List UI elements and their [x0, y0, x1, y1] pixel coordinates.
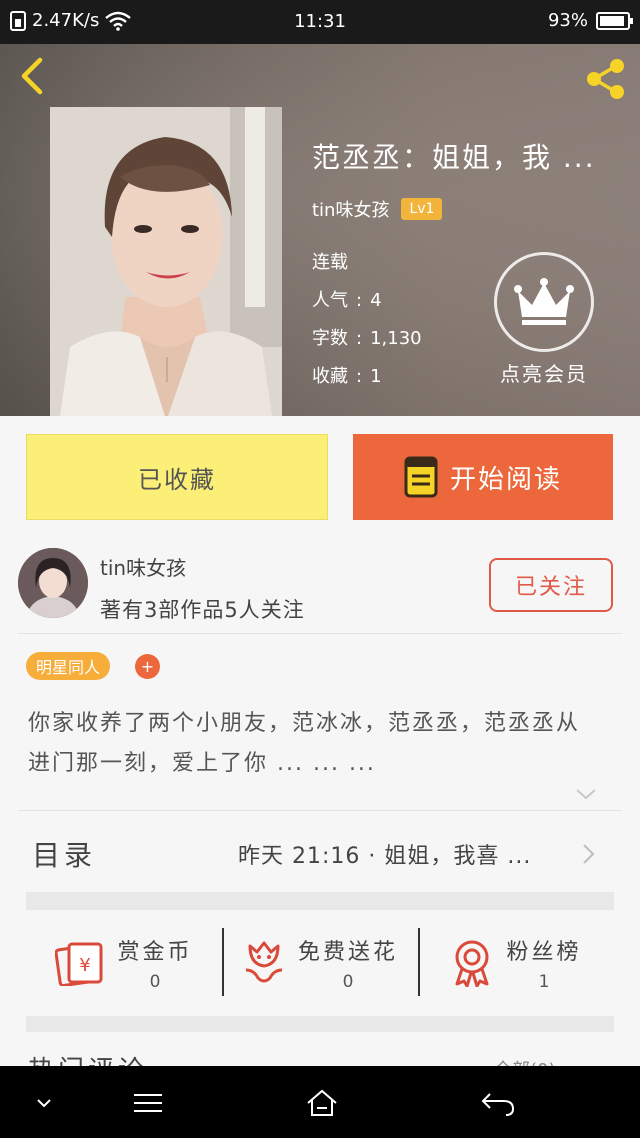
favorites-stat: 收藏:1: [312, 366, 382, 387]
popularity-value: 4: [370, 290, 382, 311]
word-count-label: 字数: [312, 328, 348, 349]
popularity-label: 人气: [312, 290, 348, 311]
catalog-label: 目录: [32, 839, 97, 872]
reward-label: 赏金币: [117, 940, 193, 965]
add-tag-button[interactable]: +: [135, 654, 160, 679]
book-header: 范丞丞：姐姐，我 ... tin味女孩 Lv1 连载 人气:4 字数:1,130…: [0, 44, 640, 416]
vip-button[interactable]: 点亮会员: [494, 252, 594, 387]
back-chevron-icon[interactable]: [14, 56, 54, 96]
reward-fan-ranking[interactable]: 粉丝榜 1: [418, 912, 614, 1014]
popularity-stat: 人气:4: [312, 290, 382, 311]
word-count-value: 1,130: [370, 328, 422, 349]
author-avatar[interactable]: [18, 548, 88, 618]
book-meta: 连载 人气:4 字数:1,130 收藏:1: [312, 244, 422, 396]
level-badge: Lv1: [401, 198, 443, 220]
chevron-right-icon: [583, 844, 595, 864]
reward-label: 免费送花: [297, 940, 398, 965]
favorites-value: 1: [370, 366, 382, 387]
author-name[interactable]: tin味女孩: [100, 552, 186, 581]
book-title: 范丞丞：姐姐，我 ...: [312, 141, 596, 174]
clock: 11:31: [294, 11, 346, 32]
follow-button[interactable]: 已关注: [489, 558, 613, 612]
collected-button[interactable]: 已收藏: [26, 434, 328, 520]
battery-percent: 93%: [547, 10, 588, 31]
crown-icon: [514, 278, 574, 325]
favorites-label: 收藏: [312, 366, 348, 387]
word-count-stat: 字数:1,130: [312, 328, 422, 349]
cover-portrait: [50, 107, 282, 416]
vip-label: 点亮会员: [500, 362, 588, 386]
start-reading-label: 开始阅读: [449, 464, 562, 495]
start-reading-button[interactable]: 开始阅读: [353, 434, 613, 520]
divider: [18, 810, 622, 811]
section-separator: [26, 892, 614, 910]
section-separator: [26, 1016, 614, 1032]
chevron-down-icon[interactable]: [574, 784, 598, 804]
author-card[interactable]: tin味女孩 著有3部作品5人关注 已关注: [0, 540, 640, 633]
divider: [18, 633, 622, 634]
collected-label: 已收藏: [138, 465, 216, 494]
serial-status: 连载: [312, 252, 348, 273]
reward-flowers[interactable]: 免费送花 0: [222, 912, 418, 1014]
latest-chapter: 昨天 21:16 · 姐姐，我喜 ...: [238, 844, 532, 869]
menu-icon[interactable]: [128, 1088, 168, 1118]
header-author-row: tin味女孩 Lv1: [312, 196, 443, 222]
system-nav-bar: [0, 1066, 640, 1138]
chevron-down-icon[interactable]: [24, 1088, 64, 1118]
reward-coins[interactable]: ¥ 赏金币 0: [26, 912, 222, 1014]
status-bar: 2.47K/s 11:31 93%: [0, 0, 640, 44]
tag-chip[interactable]: 明星同人: [26, 652, 111, 680]
svg-text:¥: ¥: [80, 955, 91, 976]
author-stats: 著有3部作品5人关注: [100, 598, 305, 622]
reward-value: 1: [538, 972, 550, 992]
medal-icon: [455, 940, 489, 987]
avatar-portrait: [18, 548, 88, 618]
follow-label: 已关注: [514, 575, 587, 600]
synopsis: 你家收养了两个小朋友，范冰冰，范丞丞，范丞丞从进门那一刻，爱上了你 ... ..…: [28, 711, 581, 776]
battery-icon: [596, 11, 633, 30]
tag-label: 明星同人: [36, 658, 101, 677]
reward-value: 0: [342, 972, 354, 992]
header-author-name[interactable]: tin味女孩: [312, 196, 389, 222]
home-icon[interactable]: [302, 1088, 342, 1118]
catalog-row[interactable]: 目录 昨天 21:16 · 姐姐，我喜 ...: [0, 818, 640, 890]
book-icon: [404, 456, 438, 498]
reward-value: 0: [149, 972, 161, 992]
reward-label: 粉丝榜: [506, 940, 582, 965]
red-envelope-icon: ¥: [55, 942, 103, 986]
share-icon[interactable]: [582, 56, 628, 102]
book-cover-image[interactable]: [50, 107, 282, 416]
flower-icon: [245, 941, 283, 983]
vip-circle: [494, 252, 594, 352]
rewards-row: ¥ 赏金币 0 免费送花 0 粉丝榜 1: [26, 912, 614, 1014]
back-icon[interactable]: [478, 1088, 518, 1118]
